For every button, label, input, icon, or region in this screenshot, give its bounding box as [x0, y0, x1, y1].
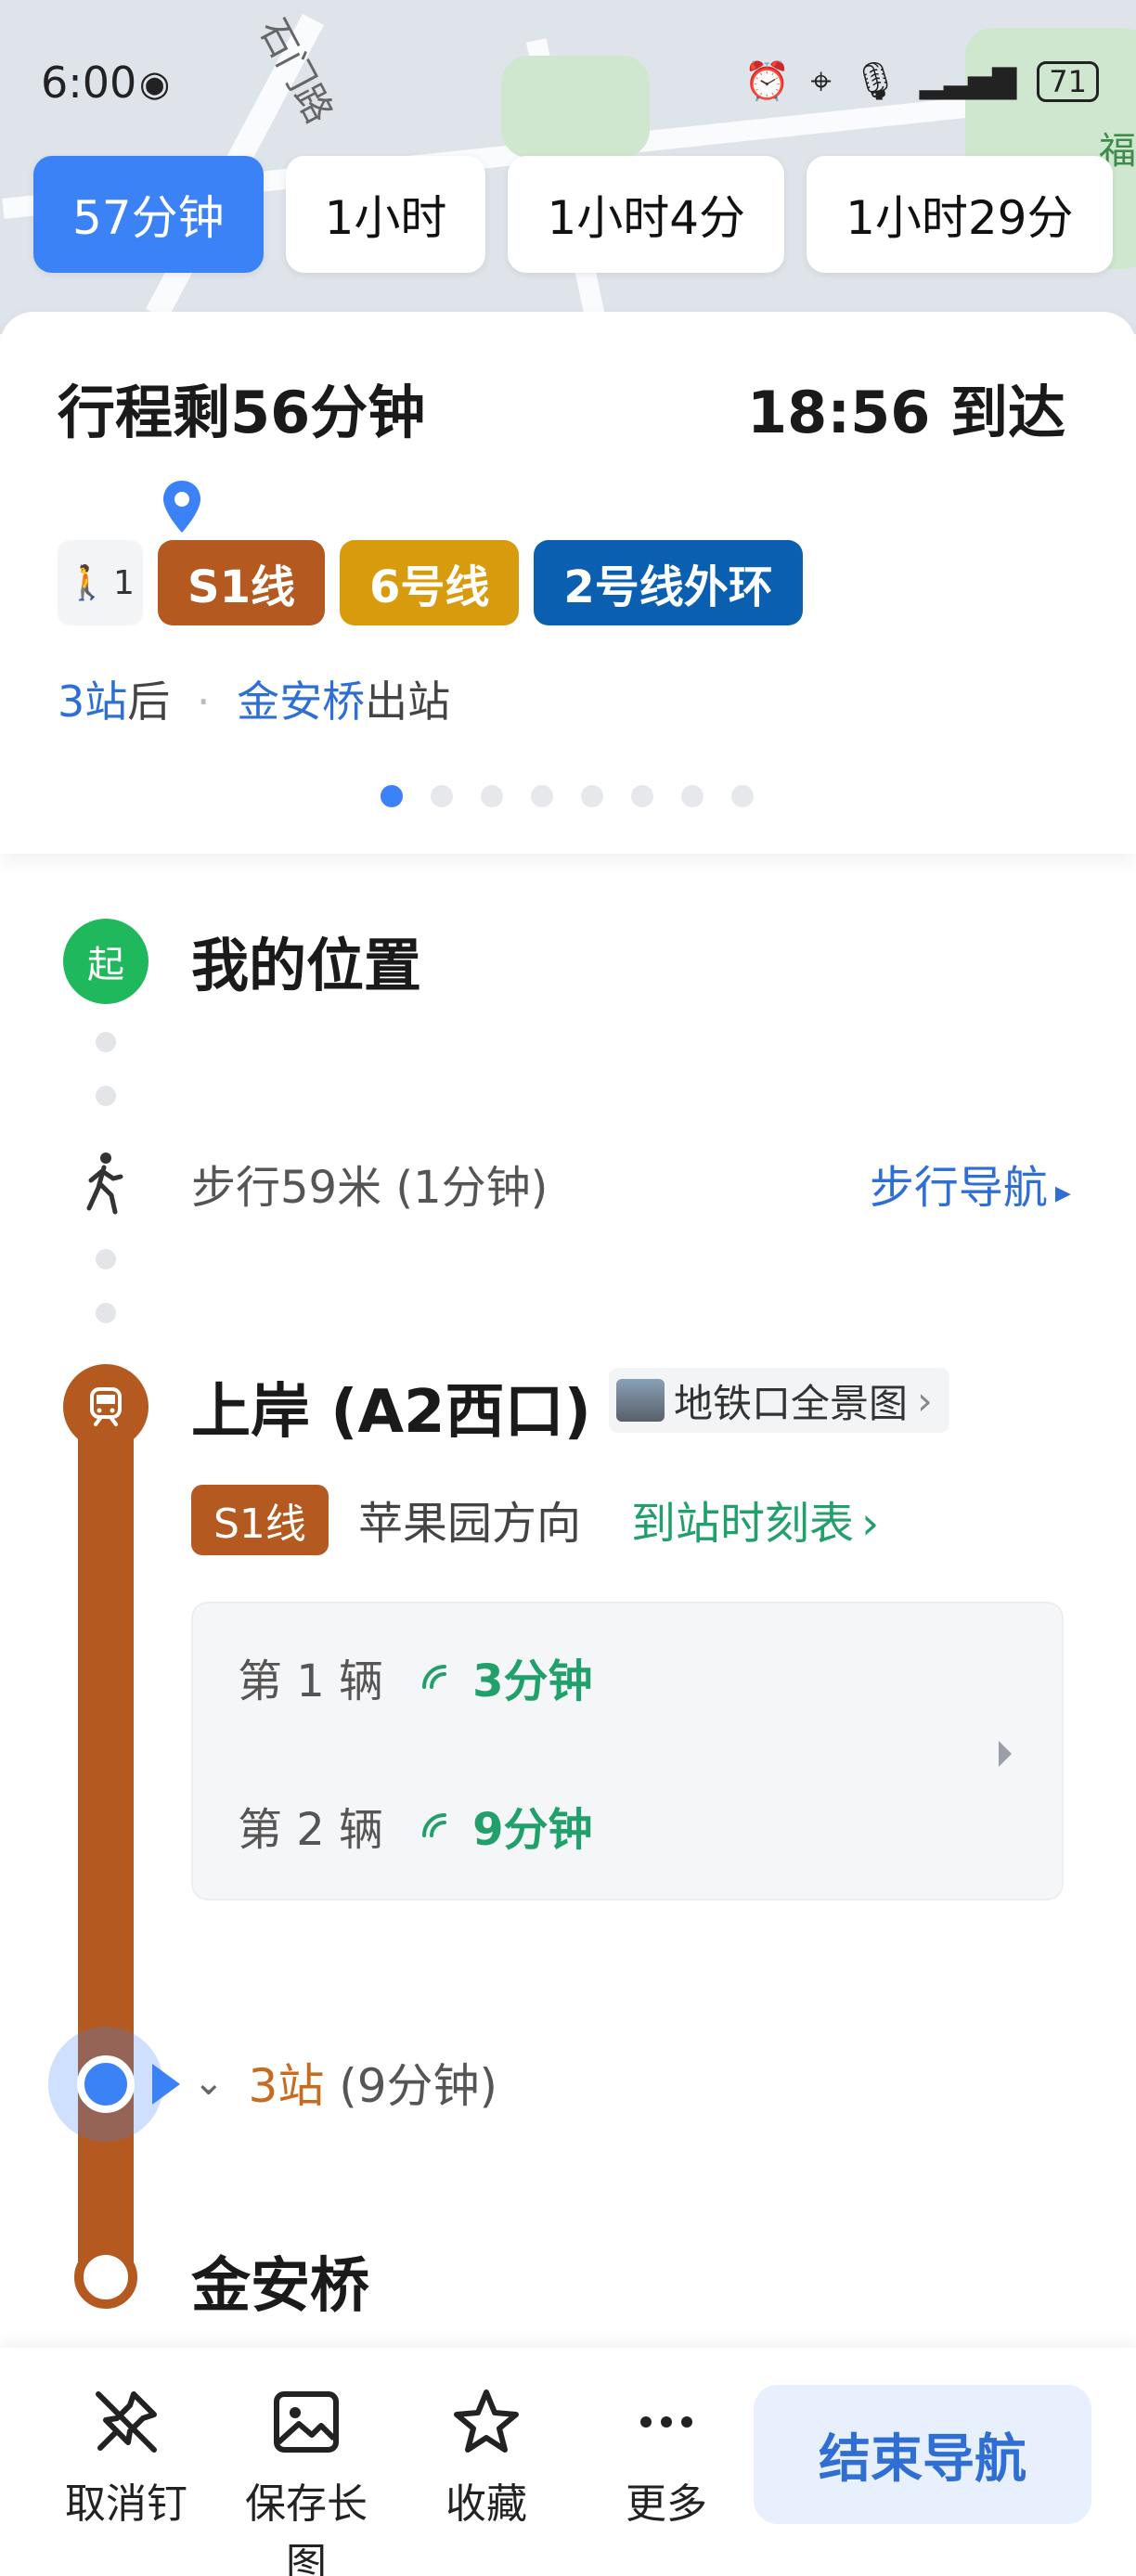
- arrival-row: 第 1 辆 3分钟: [238, 1644, 592, 1709]
- status-icons: ⏰ ⌖ 🎙 ▂▃▅▇ 71: [744, 59, 1099, 103]
- transit-line-chips: 🚶 1 S1线 6号线 2号线外环: [58, 540, 803, 625]
- unpin-label: 取消钉: [65, 2480, 187, 2528]
- route-options: 57分钟 1小时 1小时4分 1小时29分: [33, 156, 1113, 273]
- caret-right-icon: [999, 1741, 1012, 1767]
- arrival-eta: 3分钟: [420, 1644, 592, 1709]
- start-location: 我的位置: [191, 932, 422, 999]
- unpin-icon: [96, 2391, 157, 2453]
- destination-station-marker: [74, 2246, 137, 2309]
- line-chip-6: 6号线: [339, 540, 520, 625]
- current-position-marker: [48, 2027, 163, 2142]
- page-dot: [581, 785, 603, 807]
- more-label: 更多: [626, 2480, 707, 2528]
- timetable-link[interactable]: 到站时刻表 ›: [631, 1487, 879, 1552]
- favorite-label: 收藏: [445, 2480, 527, 2528]
- chevron-right-icon: ▸: [1054, 1174, 1071, 1211]
- path-dot: [96, 1249, 116, 1269]
- panorama-label: 地铁口全景图: [674, 1380, 909, 1426]
- arrival-row: 第 2 辆 9分钟: [238, 1793, 592, 1858]
- route-option-4[interactable]: 1小时29分: [807, 156, 1113, 273]
- battery-icon: 71: [1037, 60, 1099, 102]
- route-option-2[interactable]: 1小时: [285, 156, 486, 273]
- eye-icon: ◉: [139, 63, 171, 104]
- arrivals-panel[interactable]: 第 1 辆 3分钟 第 2 辆 9分钟: [191, 1602, 1064, 1900]
- route-option-1[interactable]: 57分钟: [33, 156, 264, 273]
- page-dot: [381, 785, 403, 807]
- chevron-right-icon: ›: [861, 1498, 880, 1550]
- mic-icon: 🎙: [851, 60, 899, 103]
- page-dot: [631, 785, 653, 807]
- page-dot: [681, 785, 704, 807]
- path-dot: [96, 1086, 116, 1106]
- chevron-right-icon: ›: [917, 1377, 933, 1423]
- stops-count: 3站: [248, 2059, 325, 2113]
- start-badge: 起: [63, 919, 148, 1004]
- stops-time: (9分钟): [339, 2059, 498, 2113]
- page-dot: [531, 785, 553, 807]
- direction-text: 苹果园方向: [358, 1498, 582, 1550]
- line-chip-s1: S1线: [158, 540, 325, 625]
- walking-person-icon: [86, 1153, 123, 1215]
- intermediate-stops-toggle[interactable]: ⌄ 3站 (9分钟): [193, 2049, 497, 2116]
- arrival-eta-value: 9分钟: [472, 1804, 593, 1856]
- path-dot: [96, 1032, 116, 1052]
- line-badge: S1线: [191, 1485, 329, 1555]
- exit-word: 出站: [365, 676, 451, 727]
- page-dot: [481, 785, 503, 807]
- image-icon: [274, 2391, 339, 2453]
- location-pin-icon: [163, 481, 200, 533]
- remaining-time: 行程剩56分钟: [58, 379, 426, 446]
- after-word: 后: [127, 676, 171, 727]
- route-summary-card[interactable]: 行程剩56分钟 18:56 到达 🚶 1 S1线 6号线 2号线外环 3站后 ·…: [0, 312, 1136, 854]
- page-dot: [731, 785, 754, 807]
- arrival-eta-value: 3分钟: [472, 1655, 593, 1707]
- panorama-button[interactable]: 地铁口全景图 ›: [609, 1368, 949, 1433]
- subway-line-rail: [78, 1370, 134, 2288]
- arrival-label: 第 1 辆: [238, 1655, 384, 1707]
- current-position-dot: [77, 2055, 135, 2113]
- alarm-icon: ⏰: [743, 60, 791, 103]
- chevron-down-icon: ⌄: [193, 2061, 225, 2104]
- timetable-label: 到站时刻表: [631, 1498, 855, 1550]
- unpin-button[interactable]: 取消钉: [52, 2385, 200, 2530]
- more-dots-icon: [640, 2416, 692, 2428]
- line-chip-2: 2号线外环: [534, 540, 803, 625]
- more-button[interactable]: 更多: [592, 2385, 741, 2530]
- walk-icon: 🚶: [66, 564, 108, 602]
- favorite-button[interactable]: 收藏: [412, 2385, 561, 2530]
- arrival-time: 18:56 到达: [747, 379, 1065, 446]
- realtime-signal-icon: [422, 1665, 447, 1689]
- save-image-label: 保存长图: [245, 2480, 368, 2576]
- page-indicator: [381, 785, 754, 807]
- walk-distance: 步行59米 (1分钟): [191, 1162, 549, 1214]
- bottom-action-bar: 取消钉 保存长图 收藏 更多 结束导航: [0, 2348, 1136, 2576]
- page-dot: [431, 785, 453, 807]
- star-icon: [454, 2389, 519, 2453]
- walk-chip-count: 1: [112, 563, 135, 602]
- realtime-signal-icon: [422, 1813, 447, 1837]
- exit-info: 3站后 · 金安桥出站: [58, 676, 451, 727]
- path-dot: [96, 1303, 116, 1323]
- status-time: 6:00: [41, 58, 137, 108]
- route-option-3[interactable]: 1小时4分: [508, 156, 785, 273]
- heading-arrow-icon: [152, 2064, 180, 2105]
- location-icon: ⌖: [810, 59, 832, 103]
- exit-station: 金安桥: [237, 676, 366, 727]
- walk-nav-label: 步行导航: [869, 1162, 1048, 1214]
- signal-icon: ▂▃▅▇: [919, 62, 1017, 100]
- alighting-station: 金安桥: [191, 2252, 369, 2321]
- train-icon: [90, 1387, 122, 1426]
- arrival-label: 第 2 辆: [238, 1804, 384, 1856]
- stops-after: 3站: [58, 676, 128, 727]
- end-navigation-button[interactable]: 结束导航: [754, 2385, 1091, 2524]
- boarding-station: 上岸 (A2西口): [191, 1378, 591, 1447]
- subway-icon: [63, 1364, 148, 1449]
- walk-navigation-link[interactable]: 步行导航 ▸: [870, 1151, 1071, 1216]
- panorama-thumbnail: [616, 1379, 665, 1422]
- walk-chip: 🚶 1: [58, 540, 143, 625]
- status-bar: 6:00 ◉ ⏰ ⌖ 🎙 ▂▃▅▇ 71: [0, 46, 1136, 124]
- save-image-button[interactable]: 保存长图: [232, 2385, 381, 2576]
- arrival-eta: 9分钟: [420, 1793, 592, 1858]
